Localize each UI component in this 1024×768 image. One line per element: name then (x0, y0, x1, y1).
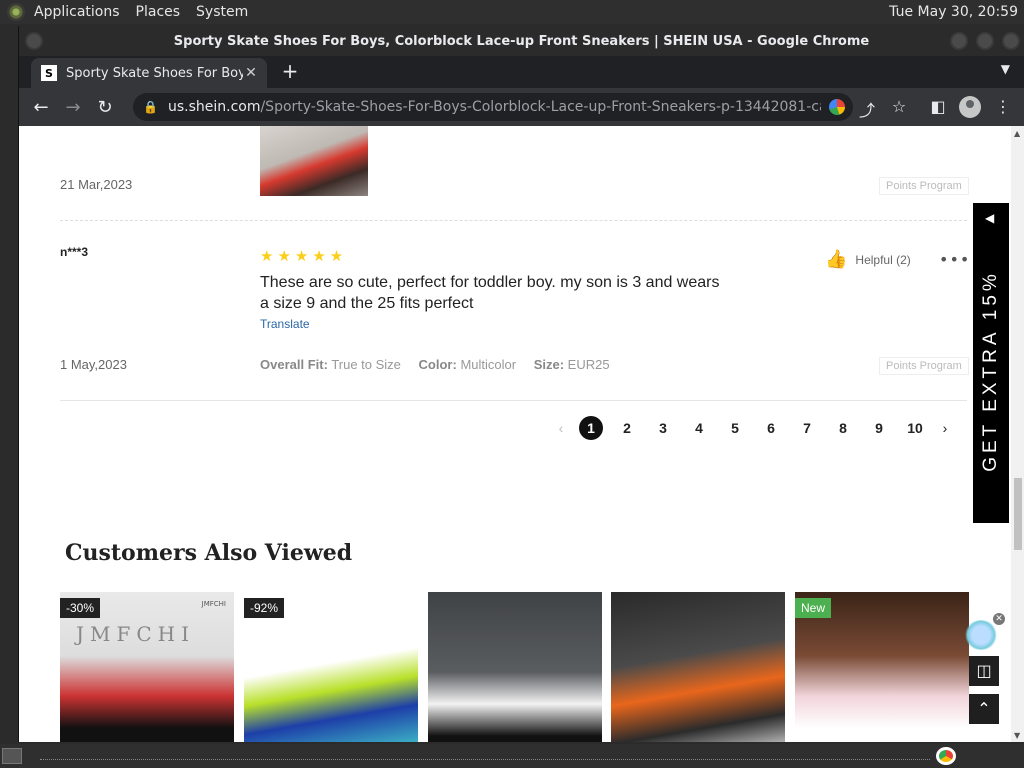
section-title: Customers Also Viewed (65, 540, 353, 566)
thumbs-up-icon: 👍 (825, 249, 848, 269)
product-card[interactable]: -92% (244, 592, 418, 742)
review-date: 1 May,2023 (60, 357, 127, 372)
page-scrollbar[interactable]: ▲ ▼ (1011, 126, 1024, 742)
close-window-button[interactable] (1002, 32, 1020, 50)
forward-arrow-icon[interactable]: → (57, 97, 89, 118)
more-options-icon[interactable]: ••• (939, 250, 970, 269)
window-controls (950, 32, 1020, 50)
page-3[interactable]: 3 (645, 420, 681, 436)
page-6[interactable]: 6 (753, 420, 789, 436)
back-to-top-icon[interactable]: ⌃ (969, 694, 999, 724)
maximize-button[interactable] (976, 32, 994, 50)
promo-text: GET EXTRA 15% (980, 270, 1001, 472)
scroll-up-arrow-icon[interactable]: ▲ (1014, 129, 1020, 138)
helpful-count: Helpful (2) (855, 252, 911, 267)
applications-menu[interactable]: Applications (34, 4, 120, 20)
share-icon[interactable]: ⤴ (857, 97, 877, 121)
close-tab-icon[interactable]: ✕ (243, 65, 259, 81)
bookmark-star-icon[interactable]: ☆ (889, 97, 909, 116)
star-rating: ★★★★★ (260, 247, 348, 265)
compare-icon[interactable]: ◫ (969, 656, 999, 686)
pagination: ‹ 1 2 3 4 5 6 7 8 9 10 › (549, 416, 957, 440)
tab-strip: S Sporty Skate Shoes For Boys, C ✕ + ▼ (19, 56, 1024, 88)
size-label: Size: (533, 357, 565, 372)
brand-logo-small: JMFCHI (201, 600, 226, 608)
next-page-chevron-icon[interactable]: › (933, 420, 957, 436)
side-panel-icon[interactable]: ◧ (928, 97, 948, 116)
tab-search-chevron-icon[interactable]: ▼ (1001, 62, 1010, 76)
page-5[interactable]: 5 (717, 420, 753, 436)
reload-icon[interactable]: ↻ (89, 97, 121, 118)
scrollbar-thumb[interactable] (1014, 478, 1022, 550)
new-tab-button[interactable]: + (279, 60, 301, 82)
clock[interactable]: Tue May 30, 20:59 (889, 4, 1018, 20)
url-path: /Sporty-Skate-Shoes-For-Boys-Colorblock-… (260, 99, 821, 115)
google-lens-icon[interactable] (829, 99, 845, 115)
chrome-menu-icon[interactable]: ⋮ (993, 97, 1013, 116)
places-menu[interactable]: Places (136, 4, 181, 20)
translate-link[interactable]: Translate (260, 317, 310, 331)
points-program-badge: Points Program (879, 177, 969, 195)
page-viewport: 21 Mar,2023 Points Program n***3 ★★★★★ T… (19, 126, 1024, 742)
prev-page-chevron-icon[interactable]: ‹ (549, 420, 573, 436)
discount-badge: -92% (244, 598, 285, 618)
reviewer-name: n***3 (60, 245, 89, 259)
points-program-badge: Points Program (879, 357, 969, 375)
helpful-button[interactable]: 👍 Helpful (2) (825, 249, 911, 270)
show-desktop-icon[interactable] (2, 748, 22, 764)
brand-logo: JMFCHI (76, 622, 196, 646)
review-attributes: Overall Fit: True to Size Color: Multico… (260, 357, 624, 372)
page-8[interactable]: 8 (825, 420, 861, 436)
url-host: us.shein.com (167, 99, 261, 115)
shein-favicon-icon: S (41, 65, 57, 81)
gift-coupon-icon[interactable] (964, 620, 998, 650)
chrome-window: Sporty Skate Shoes For Boys, Colorblock … (18, 26, 1024, 742)
review-text: These are so cute, perfect for toddler b… (260, 274, 720, 312)
review-date: 21 Mar,2023 (60, 177, 133, 192)
review-divider (60, 400, 967, 401)
page-2[interactable]: 2 (609, 420, 645, 436)
taskbar-list (40, 759, 930, 760)
product-card[interactable]: -30% JMFCHI JMFCHI (60, 592, 234, 742)
product-card[interactable] (428, 592, 602, 742)
fit-value: True to Size (331, 357, 401, 372)
address-bar[interactable]: 🔒 us.shein.com /Sporty-Skate-Shoes-For-B… (133, 93, 853, 121)
window-menu-icon[interactable] (25, 32, 43, 50)
lock-icon[interactable]: 🔒 (143, 100, 158, 114)
close-icon[interactable]: ✕ (993, 613, 1005, 625)
page-10[interactable]: 10 (897, 420, 933, 436)
top-panel: Applications Places System Tue May 30, 2… (0, 0, 1024, 24)
system-menu[interactable]: System (196, 4, 248, 20)
gnome-foot-icon[interactable] (7, 3, 25, 21)
scroll-down-arrow-icon[interactable]: ▼ (1014, 731, 1020, 740)
product-card[interactable] (611, 592, 785, 742)
extra-discount-tab[interactable]: ◀ GET EXTRA 15% (973, 203, 1009, 523)
fit-label: Overall Fit: (260, 357, 328, 372)
back-arrow-icon[interactable]: ← (25, 97, 57, 118)
color-label: Color: (418, 357, 457, 372)
review-photo[interactable] (260, 126, 368, 196)
page-4[interactable]: 4 (681, 420, 717, 436)
product-card[interactable]: New (795, 592, 969, 742)
window-title: Sporty Skate Shoes For Boys, Colorblock … (173, 33, 870, 49)
profile-avatar-icon[interactable] (959, 96, 981, 118)
bottom-panel (0, 744, 1024, 768)
chrome-taskbar-icon[interactable] (936, 747, 956, 765)
tab-active[interactable]: S Sporty Skate Shoes For Boys, C ✕ (31, 58, 267, 88)
size-value: EUR25 (567, 357, 610, 372)
discount-badge: -30% (60, 598, 101, 618)
minimize-button[interactable] (950, 32, 968, 50)
collapse-arrow-icon[interactable]: ◀ (985, 211, 994, 225)
new-badge: New (795, 598, 832, 618)
page-9[interactable]: 9 (861, 420, 897, 436)
page-1[interactable]: 1 (579, 416, 603, 440)
browser-toolbar: ← → ↻ 🔒 us.shein.com /Sporty-Skate-Shoes… (19, 88, 1024, 126)
window-titlebar[interactable]: Sporty Skate Shoes For Boys, Colorblock … (19, 26, 1024, 56)
review-divider (60, 220, 967, 221)
color-value: Multicolor (460, 357, 517, 372)
page-7[interactable]: 7 (789, 420, 825, 436)
tab-title: Sporty Skate Shoes For Boys, C (66, 65, 243, 81)
